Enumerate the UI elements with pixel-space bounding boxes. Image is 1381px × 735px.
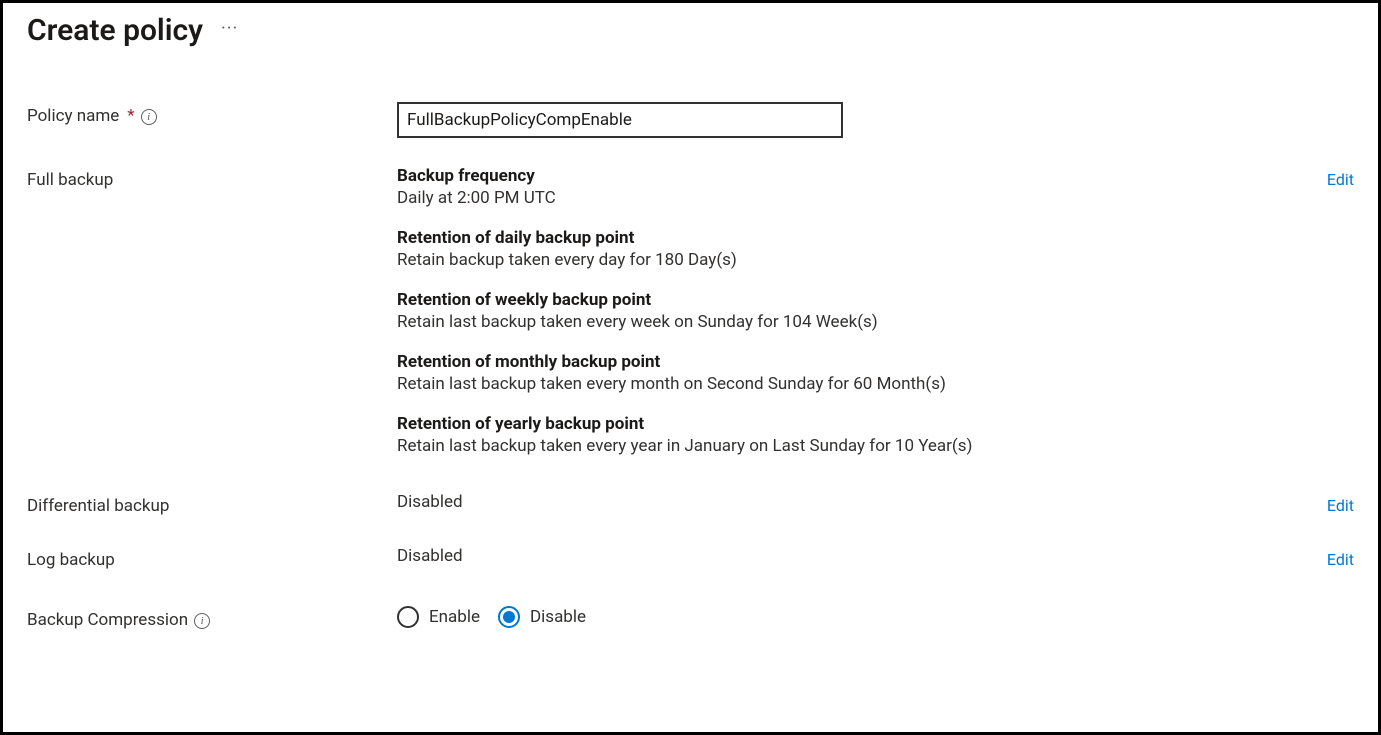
retention-monthly-heading: Retention of monthly backup point	[397, 352, 1286, 372]
info-icon[interactable]: i	[194, 613, 210, 629]
compression-disable-radio[interactable]: Disable	[498, 606, 586, 628]
compression-disable-label: Disable	[530, 607, 586, 627]
full-backup-label: Full backup	[27, 170, 113, 190]
radio-checked-icon	[498, 606, 520, 628]
retention-yearly-heading: Retention of yearly backup point	[397, 414, 1286, 434]
differential-backup-edit-link[interactable]: Edit	[1327, 496, 1354, 515]
log-backup-value: Disabled	[397, 546, 463, 566]
backup-frequency-heading: Backup frequency	[397, 166, 1286, 186]
policy-name-input[interactable]	[397, 102, 843, 138]
retention-monthly-value: Retain last backup taken every month on …	[397, 374, 1286, 394]
retention-weekly-heading: Retention of weekly backup point	[397, 290, 1286, 310]
full-backup-edit-link[interactable]: Edit	[1327, 170, 1354, 189]
page-title: Create policy	[27, 13, 203, 48]
differential-backup-label: Differential backup	[27, 496, 169, 516]
retention-weekly-value: Retain last backup taken every week on S…	[397, 312, 1286, 332]
log-backup-label: Log backup	[27, 550, 115, 570]
policy-name-label: Policy name	[27, 106, 119, 126]
info-icon[interactable]: i	[141, 109, 157, 125]
compression-enable-label: Enable	[429, 607, 480, 627]
radio-unchecked-icon	[397, 606, 419, 628]
backup-compression-label: Backup Compression	[27, 610, 188, 630]
compression-enable-radio[interactable]: Enable	[397, 606, 480, 628]
retention-daily-value: Retain backup taken every day for 180 Da…	[397, 250, 1286, 270]
compression-radio-group: Enable Disable	[397, 600, 1286, 628]
differential-backup-value: Disabled	[397, 492, 463, 512]
required-indicator: *	[127, 106, 134, 126]
retention-daily-heading: Retention of daily backup point	[397, 228, 1286, 248]
log-backup-edit-link[interactable]: Edit	[1327, 550, 1354, 569]
backup-frequency-value: Daily at 2:00 PM UTC	[397, 188, 1286, 208]
retention-yearly-value: Retain last backup taken every year in J…	[397, 436, 1286, 456]
more-actions-button[interactable]: ···	[221, 18, 238, 39]
radio-dot-icon	[503, 611, 515, 623]
